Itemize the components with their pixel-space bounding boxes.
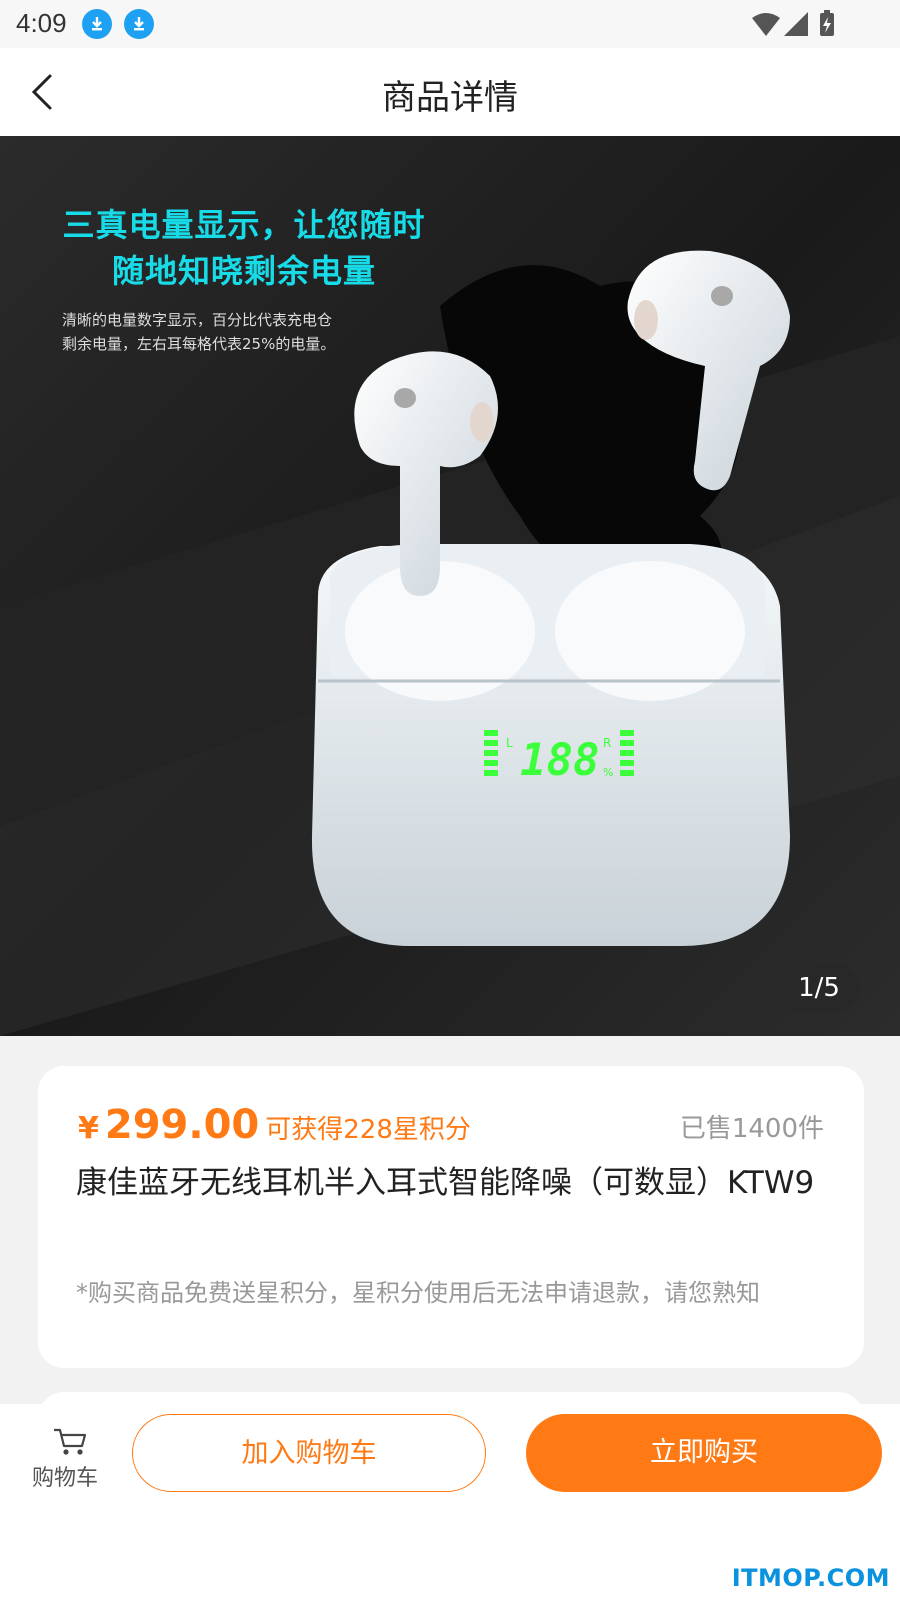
buy-now-button[interactable]: 立即购买	[526, 1414, 882, 1492]
image-counter-badge: 1/5	[778, 964, 860, 1012]
status-time: 4:09	[16, 8, 67, 38]
download-notification-icon	[124, 9, 154, 39]
battery-icon	[820, 10, 834, 36]
display-right-label: R	[603, 736, 611, 750]
nav-bar: 商品详情	[0, 48, 900, 136]
display-left-label: L	[506, 736, 513, 750]
signal-icon	[784, 12, 808, 36]
wifi-icon	[752, 13, 780, 36]
display-percent: %	[603, 766, 613, 779]
status-bar: 4:09	[0, 0, 900, 48]
product-info-card: ¥299.00 可获得228星积分 已售1400件 康佳蓝牙无线耳机半入耳式智能降…	[38, 1066, 864, 1368]
promo-headline: 三真电量显示，让您随时 随地知晓剩余电量	[62, 206, 426, 290]
display-digits: 188	[520, 735, 599, 786]
watermark: ITMOP.COM	[731, 1564, 890, 1592]
add-to-cart-button[interactable]: 加入购物车	[132, 1414, 486, 1492]
page-title: 商品详情	[382, 78, 518, 118]
system-icons	[750, 10, 846, 42]
product-title: 康佳蓝牙无线耳机半入耳式智能降噪（可数显）KTW9	[76, 1165, 815, 1201]
download-notification-icon	[82, 9, 112, 39]
sold-count: 已售1400件	[679, 1114, 824, 1144]
product-price: 299.00	[104, 1102, 260, 1148]
points-reward: 可获得228星积分	[265, 1115, 471, 1145]
currency-symbol: ¥	[78, 1111, 99, 1146]
points-notice: *购买商品免费送星积分，星积分使用后无法申请退款，请您熟知	[76, 1279, 760, 1307]
product-image-carousel[interactable]: L R 188 % 三真电量显示，让您随时 随地知晓剩余电量 清晰的电量数字显示…	[0, 136, 900, 1036]
cart-icon[interactable]	[52, 1426, 88, 1458]
promo-subtext: 清晰的电量数字显示，百分比代表充电仓 剩余电量，左右耳每格代表25%的电量。	[62, 311, 336, 353]
bottom-action-bar: 购物车 加入购物车 立即购买 ITMOP.COM	[0, 1404, 900, 1600]
price-row: ¥299.00 可获得228星积分	[78, 1102, 471, 1148]
cart-label[interactable]: 购物车	[20, 1460, 110, 1492]
